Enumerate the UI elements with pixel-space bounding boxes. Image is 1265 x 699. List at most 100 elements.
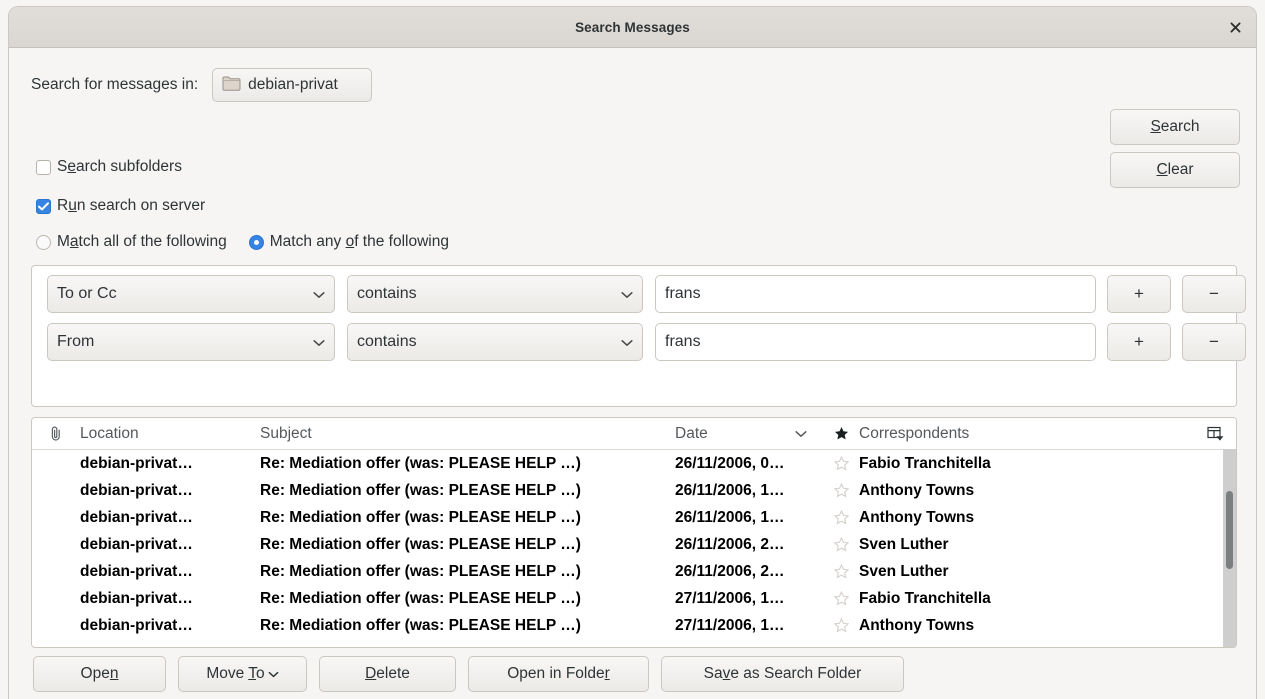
open-button-label: Open <box>80 665 119 682</box>
table-row[interactable]: debian-privat… Re: Mediation offer (was:… <box>32 585 1236 612</box>
criteria-row: To or Cc contains frans + − <box>47 275 1246 313</box>
delete-button-label: Delete <box>365 665 410 682</box>
save-as-search-folder-button-label: Save as Search Folder <box>703 665 862 682</box>
search-button[interactable]: Search <box>1110 109 1240 145</box>
criteria-value-input-0[interactable]: frans <box>655 275 1096 313</box>
column-header-correspondents[interactable]: Correspondents <box>859 425 1194 443</box>
row-correspondents: Sven Luther <box>859 562 949 580</box>
results-rows: debian-privat… Re: Mediation offer (was:… <box>32 450 1236 647</box>
chevron-down-icon <box>795 425 807 443</box>
clear-button-label: Clear <box>1156 161 1194 178</box>
move-to-button[interactable]: Move To <box>178 656 307 692</box>
folder-select-button[interactable]: debian-privat <box>212 68 373 102</box>
search-button-label: Search <box>1150 118 1200 135</box>
table-row[interactable]: debian-privat… Re: Mediation offer (was:… <box>32 450 1236 477</box>
scrollbar-thumb[interactable] <box>1226 491 1233 569</box>
row-correspondents: Fabio Tranchitella <box>859 589 991 607</box>
criteria-add-button-1[interactable]: + <box>1107 323 1171 361</box>
row-star-icon[interactable] <box>823 483 859 498</box>
row-star-icon[interactable] <box>823 510 859 525</box>
chevron-down-icon <box>313 334 325 351</box>
table-row[interactable]: debian-privat… Re: Mediation offer (was:… <box>32 504 1236 531</box>
row-date: 26/11/2006, 1… <box>675 508 785 526</box>
row-location: debian-privat… <box>80 589 193 607</box>
results-header: Location Subject Date Correspondents <box>32 418 1236 450</box>
row-location: debian-privat… <box>80 508 193 526</box>
row-date: 26/11/2006, 2… <box>675 562 785 580</box>
chevron-down-icon <box>621 286 633 303</box>
match-all-label: Match all of the following <box>57 233 227 250</box>
table-row[interactable]: debian-privat… Re: Mediation offer (was:… <box>32 612 1236 639</box>
row-date: 27/11/2006, 1… <box>675 616 785 634</box>
delete-button[interactable]: Delete <box>319 656 456 692</box>
dialog-content: Search for messages in: debian-privat Se… <box>9 48 1256 699</box>
save-as-search-folder-button[interactable]: Save as Search Folder <box>661 656 904 692</box>
row-subject: Re: Mediation offer (was: PLEASE HELP …) <box>260 616 581 634</box>
results-list: Location Subject Date Correspondents deb… <box>31 417 1237 648</box>
action-button-bar: Open Move To Delete Open in Folder Save … <box>33 656 904 692</box>
criteria-value-input-1[interactable]: frans <box>655 323 1096 361</box>
criteria-panel: To or Cc contains frans + − From contain… <box>31 265 1246 407</box>
table-row[interactable]: debian-privat… Re: Mediation offer (was:… <box>32 558 1236 585</box>
criteria-operator-select-1[interactable]: contains <box>347 323 643 361</box>
row-location: debian-privat… <box>80 535 193 553</box>
row-star-icon[interactable] <box>823 537 859 552</box>
match-any-label: Match any of the following <box>269 233 449 250</box>
search-in-label: Search for messages in: <box>31 76 199 93</box>
criteria-field-select-1[interactable]: From <box>47 323 335 361</box>
row-subject: Re: Mediation offer (was: PLEASE HELP …) <box>260 589 581 607</box>
columns-icon[interactable] <box>1194 426 1236 442</box>
row-star-icon[interactable] <box>823 618 859 633</box>
row-correspondents: Anthony Towns <box>859 481 975 499</box>
row-star-icon[interactable] <box>823 591 859 606</box>
table-row[interactable]: debian-privat… Re: Mediation offer (was:… <box>32 477 1236 504</box>
criteria-operator-select-0[interactable]: contains <box>347 275 643 313</box>
criteria-remove-button-1[interactable]: − <box>1182 323 1246 361</box>
row-star-icon[interactable] <box>823 456 859 471</box>
folder-name: debian-privat <box>248 76 338 93</box>
search-subfolders-checkbox[interactable]: Search subfolders <box>36 158 182 176</box>
search-subfolders-label: Search subfolders <box>57 158 182 175</box>
criteria-row: From contains frans + − <box>47 323 1246 361</box>
checkbox-unchecked-icon <box>36 159 51 175</box>
row-location: debian-privat… <box>80 454 193 472</box>
run-search-on-server-checkbox[interactable]: Run search on server <box>36 197 205 215</box>
column-header-date-label: Date <box>675 424 708 442</box>
row-star-icon[interactable] <box>823 564 859 579</box>
radio-unselected-icon <box>36 234 51 250</box>
table-row[interactable]: debian-privat… Re: Mediation offer (was:… <box>32 531 1236 558</box>
move-to-button-label: Move To <box>206 665 265 682</box>
titlebar: Search Messages <box>9 7 1256 48</box>
window-title: Search Messages <box>575 19 690 35</box>
match-mode-group: Match all of the following Match any of … <box>36 233 449 251</box>
column-header-star-icon[interactable] <box>823 426 859 441</box>
clear-button[interactable]: Clear <box>1110 152 1240 188</box>
match-any-radio[interactable]: Match any of the following <box>248 233 449 251</box>
close-icon[interactable] <box>1224 16 1246 38</box>
row-subject: Re: Mediation offer (was: PLEASE HELP …) <box>260 562 581 580</box>
criteria-operator-value-1: contains <box>357 333 417 350</box>
paperclip-icon[interactable] <box>32 425 80 442</box>
column-header-subject[interactable]: Subject <box>260 425 675 443</box>
match-all-radio[interactable]: Match all of the following <box>36 233 227 251</box>
chevron-down-icon <box>313 286 325 303</box>
search-in-row: Search for messages in: debian-privat <box>31 68 373 102</box>
open-button[interactable]: Open <box>33 656 166 692</box>
column-header-location[interactable]: Location <box>80 425 260 443</box>
open-in-folder-button[interactable]: Open in Folder <box>468 656 649 692</box>
row-location: debian-privat… <box>80 616 193 634</box>
criteria-remove-button-0[interactable]: − <box>1182 275 1246 313</box>
criteria-add-button-0[interactable]: + <box>1107 275 1171 313</box>
open-in-folder-button-label: Open in Folder <box>507 665 610 682</box>
row-subject: Re: Mediation offer (was: PLEASE HELP …) <box>260 508 581 526</box>
row-location: debian-privat… <box>80 562 193 580</box>
row-subject: Re: Mediation offer (was: PLEASE HELP …) <box>260 454 581 472</box>
criteria-field-select-0[interactable]: To or Cc <box>47 275 335 313</box>
results-scrollbar[interactable] <box>1223 449 1236 647</box>
row-date: 26/11/2006, 0… <box>675 454 785 472</box>
column-header-date[interactable]: Date <box>675 425 823 443</box>
row-correspondents: Anthony Towns <box>859 616 975 634</box>
criteria-field-value-1: From <box>57 333 95 350</box>
criteria-operator-value-0: contains <box>357 285 417 302</box>
row-date: 26/11/2006, 1… <box>675 481 785 499</box>
